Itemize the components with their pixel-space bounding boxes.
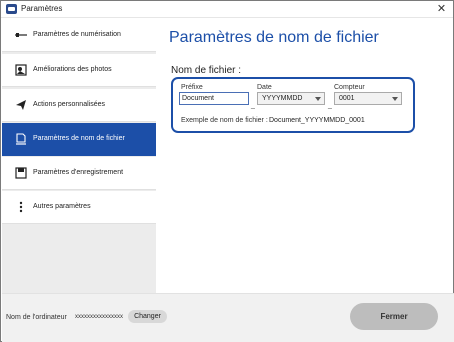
computer-name-value: xxxxxxxxxxxxxxxx	[75, 314, 123, 320]
send-icon	[16, 100, 26, 110]
example-value: Document_YYYYMMDD_0001	[269, 117, 365, 124]
file-name-icon	[16, 133, 26, 145]
separator: _	[328, 102, 332, 109]
file-name-section-label: Nom de fichier :	[171, 65, 242, 76]
separator: _	[251, 102, 255, 109]
counter-label: Compteur	[334, 84, 365, 91]
sidebar-item-label: Paramètres d'enregistrement	[33, 169, 124, 176]
prefix-label: Préfixe	[181, 84, 203, 91]
computer-name-label: Nom de l'ordinateur	[6, 314, 67, 321]
window-close-button[interactable]: ✕	[435, 2, 448, 16]
file-name-settings-group	[171, 77, 415, 133]
app-icon	[6, 4, 17, 14]
counter-value: 0001	[339, 95, 355, 102]
title-bar: Paramètres ✕	[1, 1, 453, 18]
more-vertical-icon	[19, 201, 23, 213]
sidebar-item-label: Autres paramètres	[33, 203, 91, 210]
date-format-value: YYYYMMDD	[262, 95, 303, 102]
sidebar-item-scan-settings[interactable]: Paramètres de numérisation	[2, 19, 156, 52]
settings-window: Paramètres ✕ Paramètres de numérisation …	[0, 0, 454, 342]
sidebar-item-label: Améliorations des photos	[33, 66, 112, 73]
chevron-down-icon	[392, 97, 398, 101]
scan-settings-icon	[15, 33, 27, 37]
window-title: Paramètres	[21, 4, 63, 13]
sidebar-item-label: Paramètres de nom de fichier	[33, 135, 125, 142]
sidebar-item-save-settings[interactable]: Paramètres d'enregistrement	[2, 157, 156, 190]
change-button[interactable]: Changer	[128, 310, 167, 323]
example-label: Exemple de nom de fichier :	[181, 117, 268, 124]
date-label: Date	[257, 84, 272, 91]
chevron-down-icon	[315, 97, 321, 101]
sidebar: Paramètres de numérisation Améliorations…	[2, 19, 156, 293]
footer: Nom de l'ordinateur xxxxxxxxxxxxxxxx Cha…	[2, 293, 454, 342]
photo-enhance-icon	[15, 64, 27, 76]
counter-select[interactable]: 0001	[334, 92, 402, 105]
close-button[interactable]: Fermer	[350, 303, 438, 330]
sidebar-item-label: Actions personnalisées	[33, 101, 105, 108]
sidebar-item-custom-actions[interactable]: Actions personnalisées	[2, 89, 156, 122]
date-format-select[interactable]: YYYYMMDD	[257, 92, 325, 105]
page-title: Paramètres de nom de fichier	[169, 29, 379, 46]
save-settings-icon	[15, 167, 27, 179]
sidebar-item-label: Paramètres de numérisation	[33, 31, 121, 38]
sidebar-item-other-settings[interactable]: Autres paramètres	[2, 191, 156, 224]
prefix-input[interactable]: Document	[179, 92, 249, 105]
sidebar-item-photo-enhancements[interactable]: Améliorations des photos	[2, 54, 156, 87]
sidebar-item-file-name[interactable]: Paramètres de nom de fichier	[2, 123, 156, 156]
